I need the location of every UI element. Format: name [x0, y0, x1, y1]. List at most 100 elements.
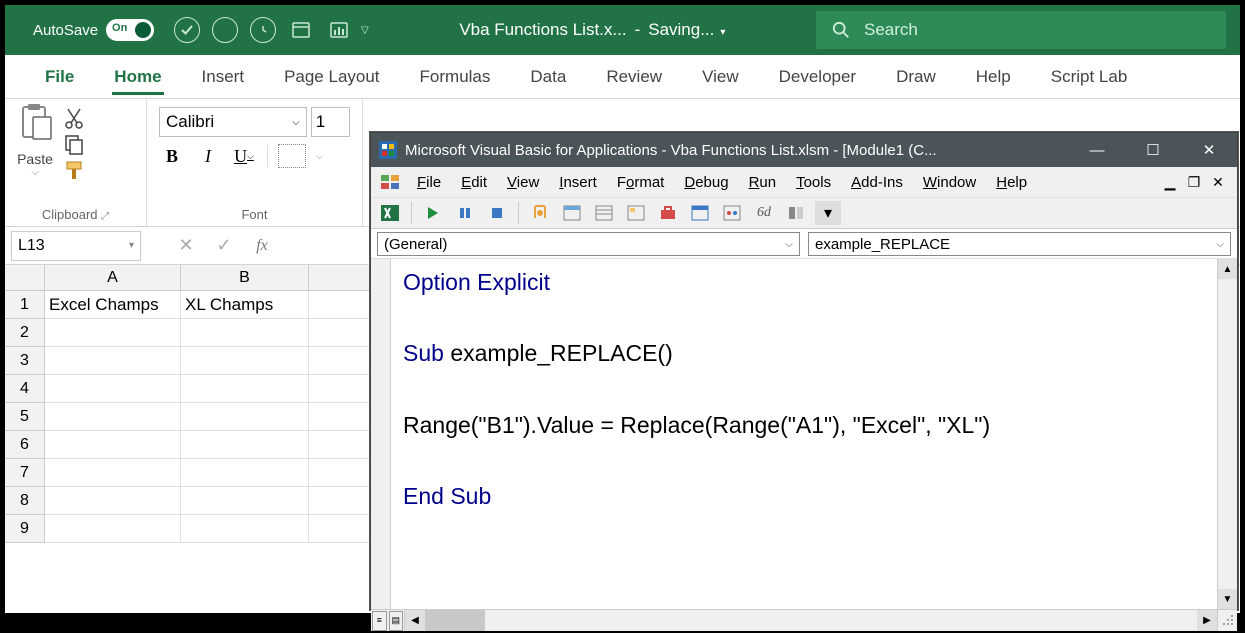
menu-tools[interactable]: Tools	[786, 174, 841, 191]
copy-icon[interactable]	[63, 133, 85, 155]
menu-window[interactable]: Window	[913, 174, 986, 191]
column-header-a[interactable]: A	[45, 265, 181, 291]
cell[interactable]	[45, 319, 181, 347]
resize-grip-icon[interactable]	[1217, 610, 1237, 631]
scroll-right-icon[interactable]: ▶	[1197, 610, 1217, 631]
search-box[interactable]	[816, 11, 1226, 49]
menu-debug[interactable]: Debug	[674, 174, 738, 191]
run-icon[interactable]	[420, 201, 446, 225]
name-box[interactable]: L13▾	[11, 231, 141, 261]
cell[interactable]	[181, 515, 309, 543]
mdi-close-icon[interactable]: ✕	[1209, 173, 1227, 191]
enter-formula-icon[interactable]: ✓	[209, 231, 239, 261]
row-header[interactable]: 7	[5, 459, 45, 487]
watch-icon[interactable]: 6d	[751, 201, 777, 225]
menu-help[interactable]: Help	[986, 174, 1037, 191]
full-view-icon[interactable]: ▤	[389, 611, 404, 631]
maximize-button[interactable]: ☐	[1125, 133, 1181, 167]
cell[interactable]	[181, 459, 309, 487]
cell[interactable]	[181, 319, 309, 347]
scroll-up-icon[interactable]: ▲	[1218, 259, 1237, 279]
tab-insert[interactable]: Insert	[182, 55, 265, 99]
qat-item-icon[interactable]	[288, 17, 314, 43]
row-header[interactable]: 1	[5, 291, 45, 319]
menu-format[interactable]: Format	[607, 174, 675, 191]
tab-data[interactable]: Data	[510, 55, 586, 99]
row-header[interactable]: 5	[5, 403, 45, 431]
select-all-corner[interactable]	[5, 265, 45, 291]
cell[interactable]	[45, 403, 181, 431]
project-explorer-icon[interactable]	[559, 201, 585, 225]
row-header[interactable]: 3	[5, 347, 45, 375]
menu-view[interactable]: View	[497, 174, 549, 191]
cell[interactable]	[45, 487, 181, 515]
close-button[interactable]: ✕	[1181, 133, 1237, 167]
font-size-combo[interactable]: 1	[311, 107, 350, 137]
tab-formulas[interactable]: Formulas	[400, 55, 511, 99]
row-header[interactable]: 4	[5, 375, 45, 403]
cell[interactable]	[45, 431, 181, 459]
mdi-restore-icon[interactable]: ❐	[1185, 173, 1203, 191]
underline-button[interactable]: U⌵	[231, 143, 257, 169]
qat-dropdown-icon[interactable]: ▽	[361, 25, 369, 36]
toolbox-icon[interactable]	[655, 201, 681, 225]
menu-edit[interactable]: Edit	[451, 174, 497, 191]
qat-chart-icon[interactable]	[326, 17, 352, 43]
toolbar-icon-2[interactable]	[719, 201, 745, 225]
tab-script-lab[interactable]: Script Lab	[1031, 55, 1148, 99]
paste-button[interactable]	[13, 103, 57, 151]
vba-titlebar[interactable]: Microsoft Visual Basic for Applications …	[371, 133, 1237, 167]
mdi-minimize-icon[interactable]: ▁	[1161, 173, 1179, 191]
reset-icon[interactable]	[484, 201, 510, 225]
cell[interactable]: Excel Champs	[45, 291, 181, 319]
cell[interactable]	[45, 347, 181, 375]
save-icon[interactable]	[174, 17, 200, 43]
horizontal-scrollbar[interactable]: ◀ ▶	[405, 610, 1217, 631]
bold-button[interactable]: B	[159, 143, 185, 169]
menu-addins[interactable]: Add-Ins	[841, 174, 913, 191]
properties-icon[interactable]	[591, 201, 617, 225]
menu-file[interactable]: File	[407, 174, 451, 191]
borders-button[interactable]	[278, 144, 306, 168]
design-mode-icon[interactable]	[527, 201, 553, 225]
view-excel-icon[interactable]	[377, 201, 403, 225]
cell[interactable]	[181, 403, 309, 431]
scroll-down-icon[interactable]: ▼	[1218, 589, 1237, 609]
procedure-combo[interactable]: example_REPLACE⌵	[808, 232, 1231, 256]
clipboard-dialog-icon[interactable]: ⤢	[101, 211, 109, 222]
tab-view[interactable]: View	[682, 55, 759, 99]
row-header[interactable]: 6	[5, 431, 45, 459]
object-combo[interactable]: (General)⌵	[377, 232, 800, 256]
tab-file[interactable]: File	[25, 55, 94, 99]
tab-review[interactable]: Review	[586, 55, 682, 99]
cell[interactable]	[45, 459, 181, 487]
fx-icon[interactable]: fx	[247, 231, 277, 261]
cell[interactable]: XL Champs	[181, 291, 309, 319]
cell[interactable]	[181, 375, 309, 403]
tab-home[interactable]: Home	[94, 55, 181, 99]
toolbar-icon-3[interactable]	[783, 201, 809, 225]
minimize-button[interactable]: ―	[1069, 133, 1125, 167]
cut-icon[interactable]	[63, 107, 85, 129]
vba-project-icon[interactable]	[379, 171, 401, 193]
format-painter-icon[interactable]	[63, 159, 85, 181]
scroll-left-icon[interactable]: ◀	[405, 610, 425, 631]
font-name-combo[interactable]: Calibri⌵	[159, 107, 307, 137]
menu-insert[interactable]: Insert	[549, 174, 607, 191]
object-browser-icon[interactable]	[623, 201, 649, 225]
search-input[interactable]	[862, 19, 1162, 41]
italic-button[interactable]: I	[195, 143, 221, 169]
history-icon[interactable]	[250, 17, 276, 43]
toolbar-icon-1[interactable]	[687, 201, 713, 225]
cancel-formula-icon[interactable]: ✕	[171, 231, 201, 261]
vertical-scrollbar[interactable]: ▲ ▼	[1217, 259, 1237, 609]
cell[interactable]	[45, 515, 181, 543]
toolbar-overflow-icon[interactable]: ▾	[815, 201, 841, 225]
tab-page-layout[interactable]: Page Layout	[264, 55, 399, 99]
tab-help[interactable]: Help	[956, 55, 1031, 99]
tab-developer[interactable]: Developer	[759, 55, 877, 99]
cell[interactable]	[45, 375, 181, 403]
break-icon[interactable]	[452, 201, 478, 225]
undo-circle-icon[interactable]	[212, 17, 238, 43]
proc-view-icon[interactable]: ≡	[372, 611, 387, 631]
